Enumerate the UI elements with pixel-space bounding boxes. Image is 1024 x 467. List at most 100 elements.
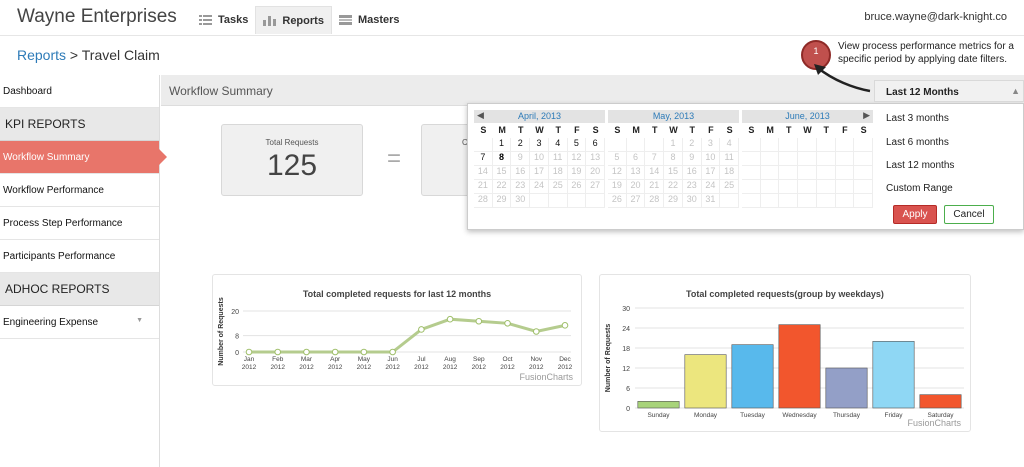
- y-tick-label: 8: [235, 334, 239, 341]
- calendar-day: [835, 194, 855, 208]
- calendar-day: [798, 180, 817, 194]
- weekday-label: T: [555, 125, 561, 135]
- y-tick-label: 12: [622, 366, 630, 373]
- sidebar-item-engineering-expense[interactable]: Engineering Expense ▼: [0, 306, 159, 339]
- calendar-day: 10: [701, 152, 721, 166]
- y-tick-label: 20: [231, 309, 239, 316]
- calendar-day: [779, 152, 799, 166]
- nav-tasks-label: Tasks: [218, 14, 249, 26]
- calendar-day: [760, 138, 780, 152]
- calendar-day: [854, 166, 873, 180]
- cancel-button[interactable]: Cancel: [944, 205, 994, 224]
- calendar-day: [779, 166, 799, 180]
- user-email[interactable]: bruce.wayne@dark-knight.co: [864, 11, 1007, 23]
- calendar-day: 26: [608, 194, 627, 208]
- total-requests-value: 125: [266, 149, 318, 182]
- line-chart-svg: 0 8 20 Number of Requests Jan 2012 Feb 2012 Mar 2…: [218, 297, 573, 371]
- breadcrumb-separator: >: [69, 47, 79, 63]
- option-last-12-months[interactable]: Last 12 months: [886, 160, 954, 171]
- nav-reports-label: Reports: [282, 14, 324, 27]
- nav-tasks[interactable]: Tasks: [192, 6, 255, 34]
- calendar-day: [835, 138, 855, 152]
- x-tick-label: Friday: [884, 412, 903, 419]
- sidebar-item-participants-performance[interactable]: Participants Performance: [0, 240, 159, 273]
- x-tick-label: Feb 2012: [270, 356, 285, 371]
- weekday-label: S: [860, 125, 867, 135]
- sidebar-item-process-step-performance[interactable]: Process Step Performance: [0, 207, 159, 240]
- option-last-3-months[interactable]: Last 3 months: [886, 113, 949, 124]
- calendar-day: 15: [664, 166, 683, 180]
- prev-month-icon[interactable]: ◀: [477, 110, 484, 121]
- calendar-day: [854, 152, 873, 166]
- calendar-day: 23: [511, 180, 531, 194]
- sidebar-item-workflow-performance[interactable]: Workflow Performance: [0, 174, 159, 207]
- weekday-label: W: [669, 125, 678, 135]
- calendar-day: 2: [682, 138, 702, 152]
- x-tick-label: Aug 2012: [443, 356, 458, 371]
- calendar-day: [854, 194, 873, 208]
- calendar-day: 14: [645, 166, 665, 180]
- weekday-label: T: [689, 125, 695, 135]
- x-tick-label: Sep 2012: [472, 356, 487, 371]
- y-tick-label: 30: [622, 306, 630, 313]
- nav-masters[interactable]: Masters: [332, 6, 407, 34]
- calendar-day: [798, 152, 817, 166]
- calendar-day: [779, 194, 799, 208]
- calendar-day: 24: [701, 180, 721, 194]
- bar: [778, 324, 821, 409]
- calendar-day[interactable]: 3: [530, 138, 549, 152]
- sidebar: Dashboard KPI REPORTS Workflow Summary W…: [0, 75, 167, 467]
- bar: [825, 367, 868, 409]
- next-month-icon[interactable]: ▶: [863, 110, 870, 121]
- callout-text: View process performance metrics for a s…: [838, 41, 1014, 65]
- date-filter-dropdown[interactable]: Last 12 Months ▲: [874, 80, 1024, 102]
- calendar-title: May, 2013: [608, 110, 739, 123]
- weekday-label: W: [803, 125, 812, 135]
- breadcrumb-reports-link[interactable]: Reports: [17, 47, 66, 63]
- calendar-day: [474, 138, 493, 152]
- weekday-label: S: [748, 125, 755, 135]
- weekday-label: T: [518, 125, 524, 135]
- calendar-day[interactable]: 8: [492, 152, 512, 166]
- nav-reports[interactable]: Reports: [255, 6, 332, 34]
- x-tick-label: Wednesday: [782, 412, 817, 419]
- calendar-day: [760, 194, 780, 208]
- option-last-6-months[interactable]: Last 6 months: [886, 137, 949, 148]
- app-title: Wayne Enterprises: [17, 6, 177, 27]
- weekday-label: M: [632, 125, 640, 135]
- apply-button[interactable]: Apply: [893, 205, 937, 224]
- weekday-label: S: [726, 125, 733, 135]
- main-nav: Tasks Reports Masters: [192, 6, 407, 34]
- calendar-day: 11: [720, 152, 739, 166]
- calendar-day[interactable]: 5: [567, 138, 587, 152]
- calendar-day: 1: [664, 138, 683, 152]
- weekday-label: F: [708, 125, 714, 135]
- calendar-day: [586, 194, 605, 208]
- weekday-label: T: [652, 125, 658, 135]
- calendar-day: 30: [511, 194, 531, 208]
- sidebar-item-dashboard[interactable]: Dashboard: [0, 75, 159, 108]
- calendar-day: [779, 180, 799, 194]
- calendar-day: 25: [720, 180, 739, 194]
- calendar-day: [816, 138, 836, 152]
- calendar-day[interactable]: 1: [492, 138, 512, 152]
- y-tick-label: 18: [622, 346, 630, 353]
- x-tick-label: Jun 2012: [385, 356, 400, 371]
- calendar-day: 10: [530, 152, 549, 166]
- calendar-day: 21: [474, 180, 493, 194]
- option-custom-range[interactable]: Custom Range: [886, 183, 953, 194]
- calendar-month-label: May, 2013: [652, 111, 695, 121]
- calendar-day[interactable]: 6: [586, 138, 605, 152]
- calendar-day: [742, 194, 761, 208]
- calendar-day[interactable]: 4: [548, 138, 568, 152]
- x-tick-label: Mar 2012: [299, 356, 314, 371]
- calendar-day: [854, 138, 873, 152]
- calendar-day[interactable]: 7: [474, 152, 493, 166]
- calendar-day: 12: [608, 166, 627, 180]
- bar: [684, 354, 727, 409]
- data-point: [475, 317, 483, 325]
- calendar-day[interactable]: 2: [511, 138, 531, 152]
- sidebar-item-workflow-summary[interactable]: Workflow Summary: [0, 141, 167, 174]
- data-point: [274, 348, 282, 356]
- calendar-day: 14: [474, 166, 493, 180]
